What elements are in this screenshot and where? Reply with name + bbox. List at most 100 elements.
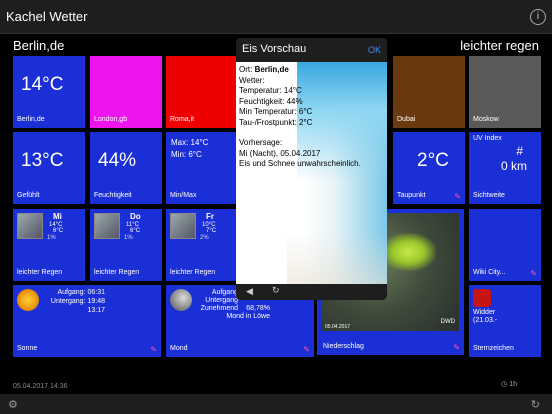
tile-city-rome[interactable]: Roma,it	[166, 56, 238, 128]
day-min: 7°C	[206, 228, 217, 234]
feels-value: 13°C	[21, 150, 64, 171]
day-min: 6°C	[130, 228, 141, 234]
dew-value: 2°C	[417, 150, 449, 171]
sunset: Untergang: 19:48	[50, 298, 105, 305]
moonset: Untergang	[205, 297, 238, 304]
info-icon[interactable]: i	[530, 9, 546, 25]
back-arrow-icon[interactable]: ◀	[246, 286, 253, 297]
tile-label: Berlin,de	[17, 116, 45, 123]
tile-dew-point[interactable]: 2°C Taupunkt ✎	[393, 132, 465, 204]
tile-label: London,gb	[94, 116, 128, 123]
feather-icon: ✎	[303, 345, 310, 354]
tile-wiki-city[interactable]: Wiki City... ✎	[469, 209, 541, 281]
forecast-line: Mi (Nacht), 05.04.2017	[239, 148, 321, 158]
forecast-line: Eis und Schnee unwahrscheinlich.	[239, 159, 361, 168]
moon-sign: Mond in Löwe	[226, 313, 270, 320]
max-temp: Max: 14°C	[171, 138, 209, 147]
tile-label: leichter Regen	[94, 269, 140, 276]
tile-label: Min/Max	[170, 192, 197, 199]
tile-city-moscow[interactable]: Moskow	[469, 56, 541, 128]
zodiac-name: Widder	[473, 309, 496, 316]
popup-title: Eis Vorschau	[242, 43, 307, 55]
tile-current-temp[interactable]: 14°C Berlin,de	[13, 56, 85, 128]
day-precip: 1%	[124, 235, 133, 241]
city-name: Berlin,de	[13, 38, 65, 53]
popup-line: Temperatur: 14°C	[239, 86, 302, 95]
ort-label: Ort:	[239, 65, 255, 74]
tile-label: Feuchtigkeit	[94, 192, 132, 199]
day-length: 13:17	[87, 307, 105, 314]
popup-body: Ort: Berlin,de Wetter: Temperatur: 14°C …	[236, 62, 387, 300]
uv-title: UV Index	[473, 135, 502, 142]
tile-forecast-day3[interactable]: Fr 10°C 7°C 2% leichter Regen	[166, 209, 238, 281]
clock-icon: ◷	[501, 381, 510, 388]
aries-icon	[473, 289, 491, 307]
bottom-bar	[0, 394, 552, 414]
zodiac-date: (21.03.-	[473, 317, 498, 324]
tile-label: leichter Regen	[17, 269, 63, 276]
feather-icon: ✎	[530, 269, 537, 278]
ice-preview-popup: Eis Vorschau OK Ort: Berlin,de Wetter: T…	[236, 38, 387, 300]
day-precip: 2%	[200, 235, 209, 241]
moonrise: Aufgang	[211, 289, 238, 296]
tile-label: Mond	[170, 345, 188, 352]
feather-icon: ✎	[150, 345, 157, 354]
tile-label: leichter Regen	[170, 269, 216, 276]
sync-interval: ◷ 1h	[501, 380, 517, 388]
day-name: Fr	[206, 212, 214, 221]
day-min: 6°C	[53, 228, 64, 234]
tile-label: Wiki City...	[473, 269, 506, 276]
ort-value: Berlin,de	[254, 65, 289, 74]
moon-phase: Zunehmend	[200, 305, 238, 312]
tile-city-london[interactable]: London,gb	[90, 56, 162, 128]
tile-label: Sonne	[17, 345, 38, 352]
sync-value: 1h	[509, 381, 517, 388]
visibility-value: 0 km	[500, 159, 527, 173]
tile-feels-like[interactable]: 13°C Gefühlt	[13, 132, 85, 204]
popup-line: Feuchtigkeit: 44%	[239, 96, 303, 106]
tile-label: Sternzeichen	[473, 345, 514, 352]
popup-text: Ort: Berlin,de Wetter: Temperatur: 14°C …	[239, 65, 385, 170]
day-precip: 1%	[47, 235, 56, 241]
app-title: Kachel Wetter	[6, 9, 88, 24]
tile-label: Moskow	[473, 116, 499, 123]
feather-icon: ✎	[454, 192, 461, 201]
settings-icon[interactable]: ⚙	[8, 398, 18, 411]
uv-value: #	[516, 144, 523, 158]
tile-label: Gefühlt	[17, 192, 40, 199]
rain-cloud-icon	[94, 213, 120, 239]
moon-phase-pct: 68,78%	[246, 305, 270, 312]
tile-uv-visibility[interactable]: UV Index # 0 km Sichtweite	[469, 132, 541, 204]
reload-icon[interactable]: ↻	[272, 285, 280, 296]
radar-date: 05.04.2017	[325, 324, 351, 330]
last-update-time: 05.04.2017 14:36	[13, 383, 68, 390]
tile-label: Dubai	[397, 116, 416, 123]
tile-sun[interactable]: Aufgang: 06:31 Untergang: 19:48 13:17 So…	[13, 285, 161, 357]
tile-zodiac[interactable]: Widder (21.03.- Sternzeichen	[469, 285, 541, 357]
feather-icon: ✎	[453, 343, 460, 352]
popup-line: Tau-/Frostpunkt: 2°C	[239, 117, 313, 127]
tile-label: Roma,it	[170, 116, 195, 123]
tile-city-dubai[interactable]: Dubai	[393, 56, 465, 128]
popup-line: Wetter:	[239, 75, 265, 85]
tile-humidity[interactable]: 44% Feuchtigkeit	[90, 132, 162, 204]
day-name: Mi	[53, 212, 62, 221]
dwd-logo: DWD	[440, 319, 455, 325]
sunrise: Aufgang: 06:31	[57, 289, 106, 296]
refresh-icon[interactable]: ↻	[531, 398, 540, 411]
temp-value: 14°C	[21, 74, 64, 95]
day-name: Do	[130, 212, 141, 221]
sun-icon	[17, 289, 39, 311]
forecast-title: Vorhersage:	[239, 138, 283, 147]
tile-forecast-day2[interactable]: Do 11°C 6°C 1% leichter Regen	[90, 209, 162, 281]
humidity-value: 44%	[98, 150, 137, 171]
rain-overlay	[381, 233, 436, 271]
tile-forecast-day1[interactable]: Mi 14°C 6°C 1% leichter Regen	[13, 209, 85, 281]
current-condition: leichter regen	[460, 38, 539, 53]
min-temp: Min: 6°C	[171, 150, 202, 159]
popup-toolbar: ◀ ↻	[236, 284, 387, 300]
tile-label: Taupunkt	[397, 192, 426, 199]
rain-cloud-icon	[17, 213, 43, 239]
ok-button[interactable]: OK	[368, 45, 381, 55]
tile-min-max[interactable]: Max: 14°C Min: 6°C Min/Max	[166, 132, 238, 204]
